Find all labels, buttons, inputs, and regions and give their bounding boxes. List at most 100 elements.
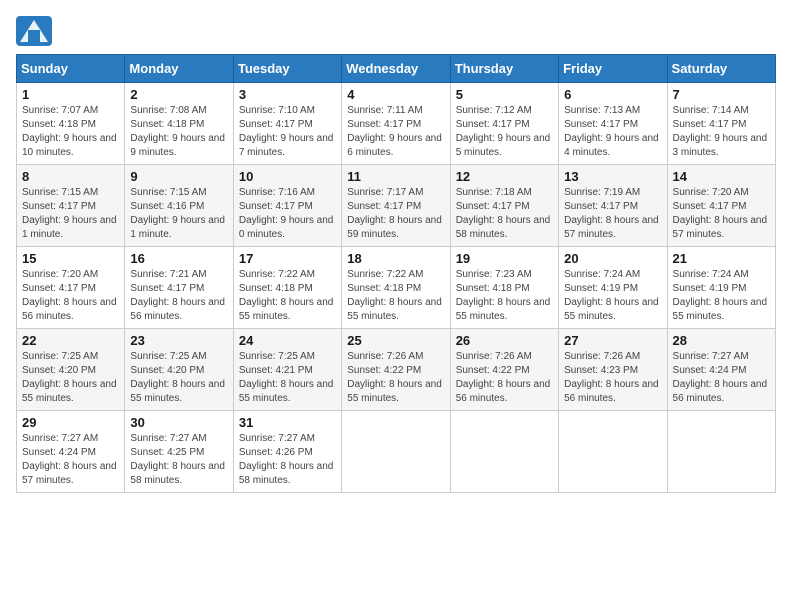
- calendar-cell: 14 Sunrise: 7:20 AMSunset: 4:17 PMDaylig…: [667, 165, 775, 247]
- calendar-cell: 9 Sunrise: 7:15 AMSunset: 4:16 PMDayligh…: [125, 165, 233, 247]
- day-number: 30: [130, 415, 227, 430]
- day-number: 24: [239, 333, 336, 348]
- calendar-cell: 18 Sunrise: 7:22 AMSunset: 4:18 PMDaylig…: [342, 247, 450, 329]
- calendar-cell: 19 Sunrise: 7:23 AMSunset: 4:18 PMDaylig…: [450, 247, 558, 329]
- calendar-cell: 16 Sunrise: 7:21 AMSunset: 4:17 PMDaylig…: [125, 247, 233, 329]
- calendar-week-2: 8 Sunrise: 7:15 AMSunset: 4:17 PMDayligh…: [17, 165, 776, 247]
- day-info: Sunrise: 7:25 AMSunset: 4:21 PMDaylight:…: [239, 351, 334, 404]
- day-info: Sunrise: 7:14 AMSunset: 4:17 PMDaylight:…: [673, 105, 768, 158]
- day-number: 9: [130, 169, 227, 184]
- day-number: 19: [456, 251, 553, 266]
- calendar-week-4: 22 Sunrise: 7:25 AMSunset: 4:20 PMDaylig…: [17, 329, 776, 411]
- day-info: Sunrise: 7:26 AMSunset: 4:23 PMDaylight:…: [564, 351, 659, 404]
- calendar-cell: 11 Sunrise: 7:17 AMSunset: 4:17 PMDaylig…: [342, 165, 450, 247]
- day-info: Sunrise: 7:19 AMSunset: 4:17 PMDaylight:…: [564, 187, 659, 240]
- day-number: 5: [456, 87, 553, 102]
- day-info: Sunrise: 7:27 AMSunset: 4:25 PMDaylight:…: [130, 433, 225, 486]
- day-info: Sunrise: 7:27 AMSunset: 4:26 PMDaylight:…: [239, 433, 334, 486]
- weekday-header-monday: Monday: [125, 55, 233, 83]
- calendar-cell: 2 Sunrise: 7:08 AMSunset: 4:18 PMDayligh…: [125, 83, 233, 165]
- weekday-header: SundayMondayTuesdayWednesdayThursdayFrid…: [17, 55, 776, 83]
- calendar-cell: [559, 411, 667, 493]
- weekday-header-sunday: Sunday: [17, 55, 125, 83]
- calendar-week-3: 15 Sunrise: 7:20 AMSunset: 4:17 PMDaylig…: [17, 247, 776, 329]
- logo-icon: [16, 16, 52, 46]
- day-info: Sunrise: 7:25 AMSunset: 4:20 PMDaylight:…: [22, 351, 117, 404]
- day-info: Sunrise: 7:13 AMSunset: 4:17 PMDaylight:…: [564, 105, 659, 158]
- calendar-cell: 20 Sunrise: 7:24 AMSunset: 4:19 PMDaylig…: [559, 247, 667, 329]
- day-number: 27: [564, 333, 661, 348]
- calendar-cell: 5 Sunrise: 7:12 AMSunset: 4:17 PMDayligh…: [450, 83, 558, 165]
- day-info: Sunrise: 7:20 AMSunset: 4:17 PMDaylight:…: [673, 187, 768, 240]
- day-number: 10: [239, 169, 336, 184]
- day-info: Sunrise: 7:27 AMSunset: 4:24 PMDaylight:…: [22, 433, 117, 486]
- day-number: 15: [22, 251, 119, 266]
- calendar-week-5: 29 Sunrise: 7:27 AMSunset: 4:24 PMDaylig…: [17, 411, 776, 493]
- calendar-cell: 13 Sunrise: 7:19 AMSunset: 4:17 PMDaylig…: [559, 165, 667, 247]
- day-number: 20: [564, 251, 661, 266]
- day-number: 29: [22, 415, 119, 430]
- day-info: Sunrise: 7:20 AMSunset: 4:17 PMDaylight:…: [22, 269, 117, 322]
- day-number: 21: [673, 251, 770, 266]
- calendar-cell: 1 Sunrise: 7:07 AMSunset: 4:18 PMDayligh…: [17, 83, 125, 165]
- calendar-cell: 8 Sunrise: 7:15 AMSunset: 4:17 PMDayligh…: [17, 165, 125, 247]
- calendar-week-1: 1 Sunrise: 7:07 AMSunset: 4:18 PMDayligh…: [17, 83, 776, 165]
- day-info: Sunrise: 7:18 AMSunset: 4:17 PMDaylight:…: [456, 187, 551, 240]
- calendar-cell: 22 Sunrise: 7:25 AMSunset: 4:20 PMDaylig…: [17, 329, 125, 411]
- day-number: 6: [564, 87, 661, 102]
- day-number: 31: [239, 415, 336, 430]
- day-number: 13: [564, 169, 661, 184]
- day-info: Sunrise: 7:22 AMSunset: 4:18 PMDaylight:…: [347, 269, 442, 322]
- day-number: 8: [22, 169, 119, 184]
- calendar-body: 1 Sunrise: 7:07 AMSunset: 4:18 PMDayligh…: [17, 83, 776, 493]
- calendar-cell: 15 Sunrise: 7:20 AMSunset: 4:17 PMDaylig…: [17, 247, 125, 329]
- day-info: Sunrise: 7:10 AMSunset: 4:17 PMDaylight:…: [239, 105, 334, 158]
- day-info: Sunrise: 7:26 AMSunset: 4:22 PMDaylight:…: [347, 351, 442, 404]
- calendar-cell: 26 Sunrise: 7:26 AMSunset: 4:22 PMDaylig…: [450, 329, 558, 411]
- day-info: Sunrise: 7:24 AMSunset: 4:19 PMDaylight:…: [673, 269, 768, 322]
- day-number: 3: [239, 87, 336, 102]
- weekday-header-friday: Friday: [559, 55, 667, 83]
- calendar-cell: 28 Sunrise: 7:27 AMSunset: 4:24 PMDaylig…: [667, 329, 775, 411]
- day-number: 18: [347, 251, 444, 266]
- weekday-header-saturday: Saturday: [667, 55, 775, 83]
- calendar-cell: 3 Sunrise: 7:10 AMSunset: 4:17 PMDayligh…: [233, 83, 341, 165]
- calendar-cell: 21 Sunrise: 7:24 AMSunset: 4:19 PMDaylig…: [667, 247, 775, 329]
- day-info: Sunrise: 7:24 AMSunset: 4:19 PMDaylight:…: [564, 269, 659, 322]
- weekday-header-tuesday: Tuesday: [233, 55, 341, 83]
- calendar-cell: 27 Sunrise: 7:26 AMSunset: 4:23 PMDaylig…: [559, 329, 667, 411]
- day-number: 23: [130, 333, 227, 348]
- calendar-cell: 10 Sunrise: 7:16 AMSunset: 4:17 PMDaylig…: [233, 165, 341, 247]
- calendar-cell: 25 Sunrise: 7:26 AMSunset: 4:22 PMDaylig…: [342, 329, 450, 411]
- calendar-cell: 12 Sunrise: 7:18 AMSunset: 4:17 PMDaylig…: [450, 165, 558, 247]
- day-info: Sunrise: 7:08 AMSunset: 4:18 PMDaylight:…: [130, 105, 225, 158]
- day-info: Sunrise: 7:15 AMSunset: 4:17 PMDaylight:…: [22, 187, 117, 240]
- day-info: Sunrise: 7:16 AMSunset: 4:17 PMDaylight:…: [239, 187, 334, 240]
- weekday-header-wednesday: Wednesday: [342, 55, 450, 83]
- calendar-cell: 7 Sunrise: 7:14 AMSunset: 4:17 PMDayligh…: [667, 83, 775, 165]
- day-number: 2: [130, 87, 227, 102]
- calendar-table: SundayMondayTuesdayWednesdayThursdayFrid…: [16, 54, 776, 493]
- day-number: 22: [22, 333, 119, 348]
- day-number: 7: [673, 87, 770, 102]
- calendar-cell: 6 Sunrise: 7:13 AMSunset: 4:17 PMDayligh…: [559, 83, 667, 165]
- calendar-cell: [450, 411, 558, 493]
- day-info: Sunrise: 7:11 AMSunset: 4:17 PMDaylight:…: [347, 105, 442, 158]
- calendar-cell: [342, 411, 450, 493]
- calendar-cell: 29 Sunrise: 7:27 AMSunset: 4:24 PMDaylig…: [17, 411, 125, 493]
- day-info: Sunrise: 7:21 AMSunset: 4:17 PMDaylight:…: [130, 269, 225, 322]
- calendar-cell: 30 Sunrise: 7:27 AMSunset: 4:25 PMDaylig…: [125, 411, 233, 493]
- page-header: [16, 16, 776, 46]
- weekday-header-thursday: Thursday: [450, 55, 558, 83]
- day-info: Sunrise: 7:07 AMSunset: 4:18 PMDaylight:…: [22, 105, 117, 158]
- calendar-cell: 23 Sunrise: 7:25 AMSunset: 4:20 PMDaylig…: [125, 329, 233, 411]
- day-number: 26: [456, 333, 553, 348]
- day-number: 1: [22, 87, 119, 102]
- day-info: Sunrise: 7:12 AMSunset: 4:17 PMDaylight:…: [456, 105, 551, 158]
- calendar-cell: 4 Sunrise: 7:11 AMSunset: 4:17 PMDayligh…: [342, 83, 450, 165]
- calendar-cell: 31 Sunrise: 7:27 AMSunset: 4:26 PMDaylig…: [233, 411, 341, 493]
- day-info: Sunrise: 7:22 AMSunset: 4:18 PMDaylight:…: [239, 269, 334, 322]
- day-number: 25: [347, 333, 444, 348]
- day-info: Sunrise: 7:26 AMSunset: 4:22 PMDaylight:…: [456, 351, 551, 404]
- day-number: 17: [239, 251, 336, 266]
